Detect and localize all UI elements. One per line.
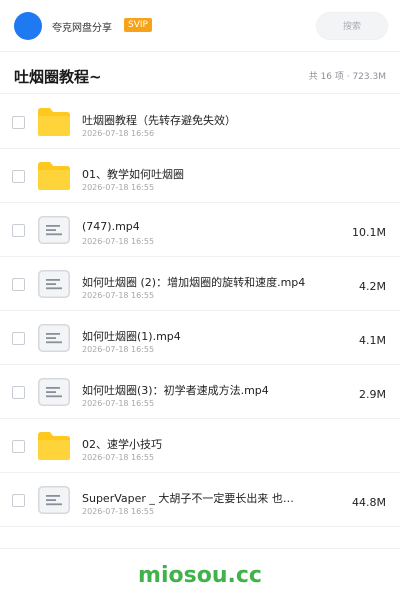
- file-date: 2026-07-18 16:55: [82, 453, 155, 462]
- list-item[interactable]: (747).mp4 2026-07-18 16:55 10.1M: [0, 203, 400, 257]
- list-item[interactable]: 如何吐烟圈 (2)：增加烟圈的旋转和速度.mp4 2026-07-18 16:55…: [0, 257, 400, 311]
- file-icon: [38, 270, 70, 298]
- file-date: 2026-07-18 16:55: [82, 399, 155, 408]
- file-date: 2026-07-18 16:55: [82, 183, 155, 192]
- list-item[interactable]: SuperVaper _ 大胡子不一定要长出来 也… 2026-07-18 16:…: [0, 473, 400, 527]
- file-date: 2026-07-18 16:55: [82, 291, 155, 300]
- folder-header: 吐烟圈教程~ 共 16 项 · 723.3M: [0, 52, 400, 94]
- file-list: 吐烟圈教程（先转存避免失效） 2026-07-18 16:56 01、教学如何吐烟圈…: [0, 95, 400, 527]
- select-checkbox[interactable]: [12, 440, 25, 453]
- file-name: 吐烟圈教程（先转存避免失效）: [82, 114, 236, 127]
- file-icon: [38, 216, 70, 244]
- folder-meta: 共 16 项 · 723.3M: [308, 72, 386, 82]
- file-name: 如何吐烟圈(1).mp4: [82, 330, 181, 343]
- watermark: miosou.cc: [138, 563, 262, 588]
- file-size: 10.1M: [352, 226, 386, 239]
- file-date: 2026-07-18 16:55: [82, 237, 155, 246]
- list-item[interactable]: 吐烟圈教程（先转存避免失效） 2026-07-18 16:56: [0, 95, 400, 149]
- file-icon: [38, 378, 70, 406]
- search-button[interactable]: 搜索: [316, 12, 388, 40]
- avatar[interactable]: [14, 12, 42, 40]
- file-icon: [38, 486, 70, 514]
- file-icon: [38, 324, 70, 352]
- select-checkbox[interactable]: [12, 116, 25, 129]
- file-size: 4.2M: [359, 280, 386, 293]
- list-item[interactable]: 01、教学如何吐烟圈 2026-07-18 16:55: [0, 149, 400, 203]
- select-checkbox[interactable]: [12, 494, 25, 507]
- file-name: (747).mp4: [82, 220, 140, 233]
- select-checkbox[interactable]: [12, 386, 25, 399]
- folder-icon: [38, 162, 70, 190]
- file-name: 01、教学如何吐烟圈: [82, 168, 184, 181]
- list-item[interactable]: 如何吐烟圈(3)：初学者速成方法.mp4 2026-07-18 16:55 2.9M: [0, 365, 400, 419]
- folder-icon: [38, 432, 70, 460]
- list-item[interactable]: 02、速学小技巧 2026-07-18 16:55: [0, 419, 400, 473]
- file-date: 2026-07-18 16:55: [82, 507, 155, 516]
- select-checkbox[interactable]: [12, 278, 25, 291]
- file-date: 2026-07-18 16:56: [82, 129, 155, 138]
- vip-badge: SVIP: [124, 18, 152, 32]
- file-name: 02、速学小技巧: [82, 438, 162, 451]
- page-title: 吐烟圈教程~: [14, 68, 102, 86]
- footer: miosou.cc: [0, 548, 400, 600]
- user-name: 夸克网盘分享: [52, 23, 112, 34]
- file-name: SuperVaper _ 大胡子不一定要长出来 也…: [82, 492, 294, 505]
- file-size: 44.8M: [352, 496, 386, 509]
- select-checkbox[interactable]: [12, 170, 25, 183]
- file-name: 如何吐烟圈 (2)：增加烟圈的旋转和速度.mp4: [82, 276, 306, 289]
- select-checkbox[interactable]: [12, 332, 25, 345]
- file-date: 2026-07-18 16:55: [82, 345, 155, 354]
- select-checkbox[interactable]: [12, 224, 25, 237]
- app-header: 夸克网盘分享 SVIP 搜索: [0, 0, 400, 52]
- file-name: 如何吐烟圈(3)：初学者速成方法.mp4: [82, 384, 269, 397]
- folder-icon: [38, 108, 70, 136]
- list-item[interactable]: 如何吐烟圈(1).mp4 2026-07-18 16:55 4.1M: [0, 311, 400, 365]
- file-size: 4.1M: [359, 334, 386, 347]
- file-size: 2.9M: [359, 388, 386, 401]
